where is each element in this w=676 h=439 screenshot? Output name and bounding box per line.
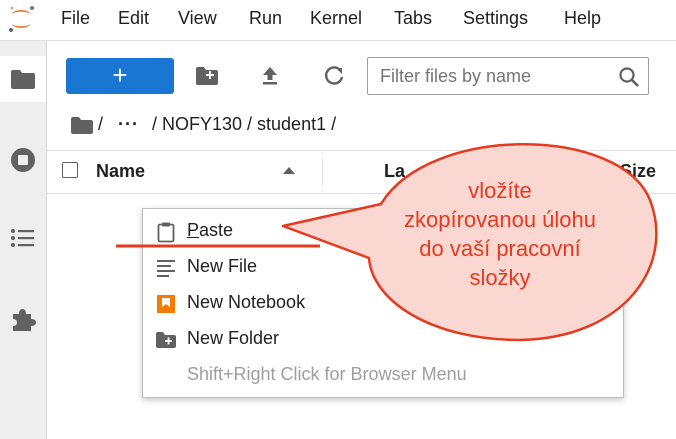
menu-view[interactable]: View — [178, 8, 217, 29]
breadcrumb-ellipsis[interactable]: ··· — [118, 114, 139, 135]
sort-ascending-icon — [283, 167, 295, 174]
column-divider[interactable] — [322, 158, 323, 186]
context-menu-new-folder-label: New Folder — [187, 328, 280, 348]
new-folder-icon — [156, 332, 176, 348]
paste-label-rest: aste — [199, 220, 234, 240]
jupyter-logo-icon[interactable] — [4, 2, 38, 36]
annotation-text: vložíte zkopírovanou úlohu do vaší praco… — [360, 176, 640, 292]
stop-circle-icon — [11, 148, 35, 172]
folder-icon — [11, 70, 35, 89]
context-menu-new-file-label: New File — [187, 256, 258, 276]
upload-icon[interactable] — [259, 65, 281, 87]
left-sidebar — [0, 41, 47, 439]
annotation-line-1: vložíte — [468, 178, 532, 203]
menu-help[interactable]: Help — [564, 8, 601, 29]
context-menu-browser-menu-hint: Shift+Right Click for Browser Menu — [143, 357, 623, 393]
list-icon — [11, 229, 34, 247]
menu-bar: File Edit View Run Kernel Tabs Settings … — [0, 0, 676, 41]
menu-tabs[interactable]: Tabs — [394, 8, 432, 29]
context-menu-new-folder[interactable]: New Folder — [143, 321, 623, 357]
breadcrumb-path[interactable]: / NOFY130 / student1 / — [152, 114, 336, 135]
context-menu-paste-label: Paste — [187, 220, 233, 241]
column-header-name[interactable]: Name — [96, 161, 145, 182]
puzzle-icon — [13, 309, 36, 331]
menu-file[interactable]: File — [61, 8, 90, 29]
tab-extensions[interactable] — [0, 295, 46, 341]
notebook-icon — [157, 295, 175, 313]
new-launcher-button[interactable]: + — [66, 58, 174, 94]
tab-running-kernels[interactable] — [0, 136, 46, 182]
tab-file-browser[interactable] — [0, 56, 46, 102]
menu-run[interactable]: Run — [249, 8, 282, 29]
new-folder-icon[interactable] — [195, 65, 219, 87]
context-menu-hint-label: Shift+Right Click for Browser Menu — [187, 364, 467, 384]
text-file-icon — [157, 260, 175, 277]
home-folder-icon[interactable] — [70, 115, 94, 135]
context-menu-new-notebook-label: New Notebook — [187, 292, 306, 312]
refresh-icon[interactable] — [323, 65, 345, 87]
menu-edit[interactable]: Edit — [118, 8, 149, 29]
menu-kernel[interactable]: Kernel — [310, 8, 362, 29]
plus-icon: + — [112, 60, 128, 90]
annotation-line-3: do vaší pracovní — [419, 236, 581, 261]
search-icon — [619, 67, 639, 87]
filter-files-box — [367, 57, 649, 95]
tab-table-of-contents[interactable] — [0, 215, 46, 261]
paste-mnemonic: P — [187, 220, 200, 240]
annotation-line-2: zkopírovanou úlohu — [403, 207, 597, 232]
breadcrumb-separator: / — [98, 114, 104, 134]
clipboard-icon — [157, 222, 175, 243]
select-all-checkbox[interactable] — [62, 162, 78, 178]
annotation-line-4: složky — [469, 265, 531, 290]
filter-files-input[interactable] — [380, 64, 608, 88]
menu-settings[interactable]: Settings — [463, 8, 528, 29]
